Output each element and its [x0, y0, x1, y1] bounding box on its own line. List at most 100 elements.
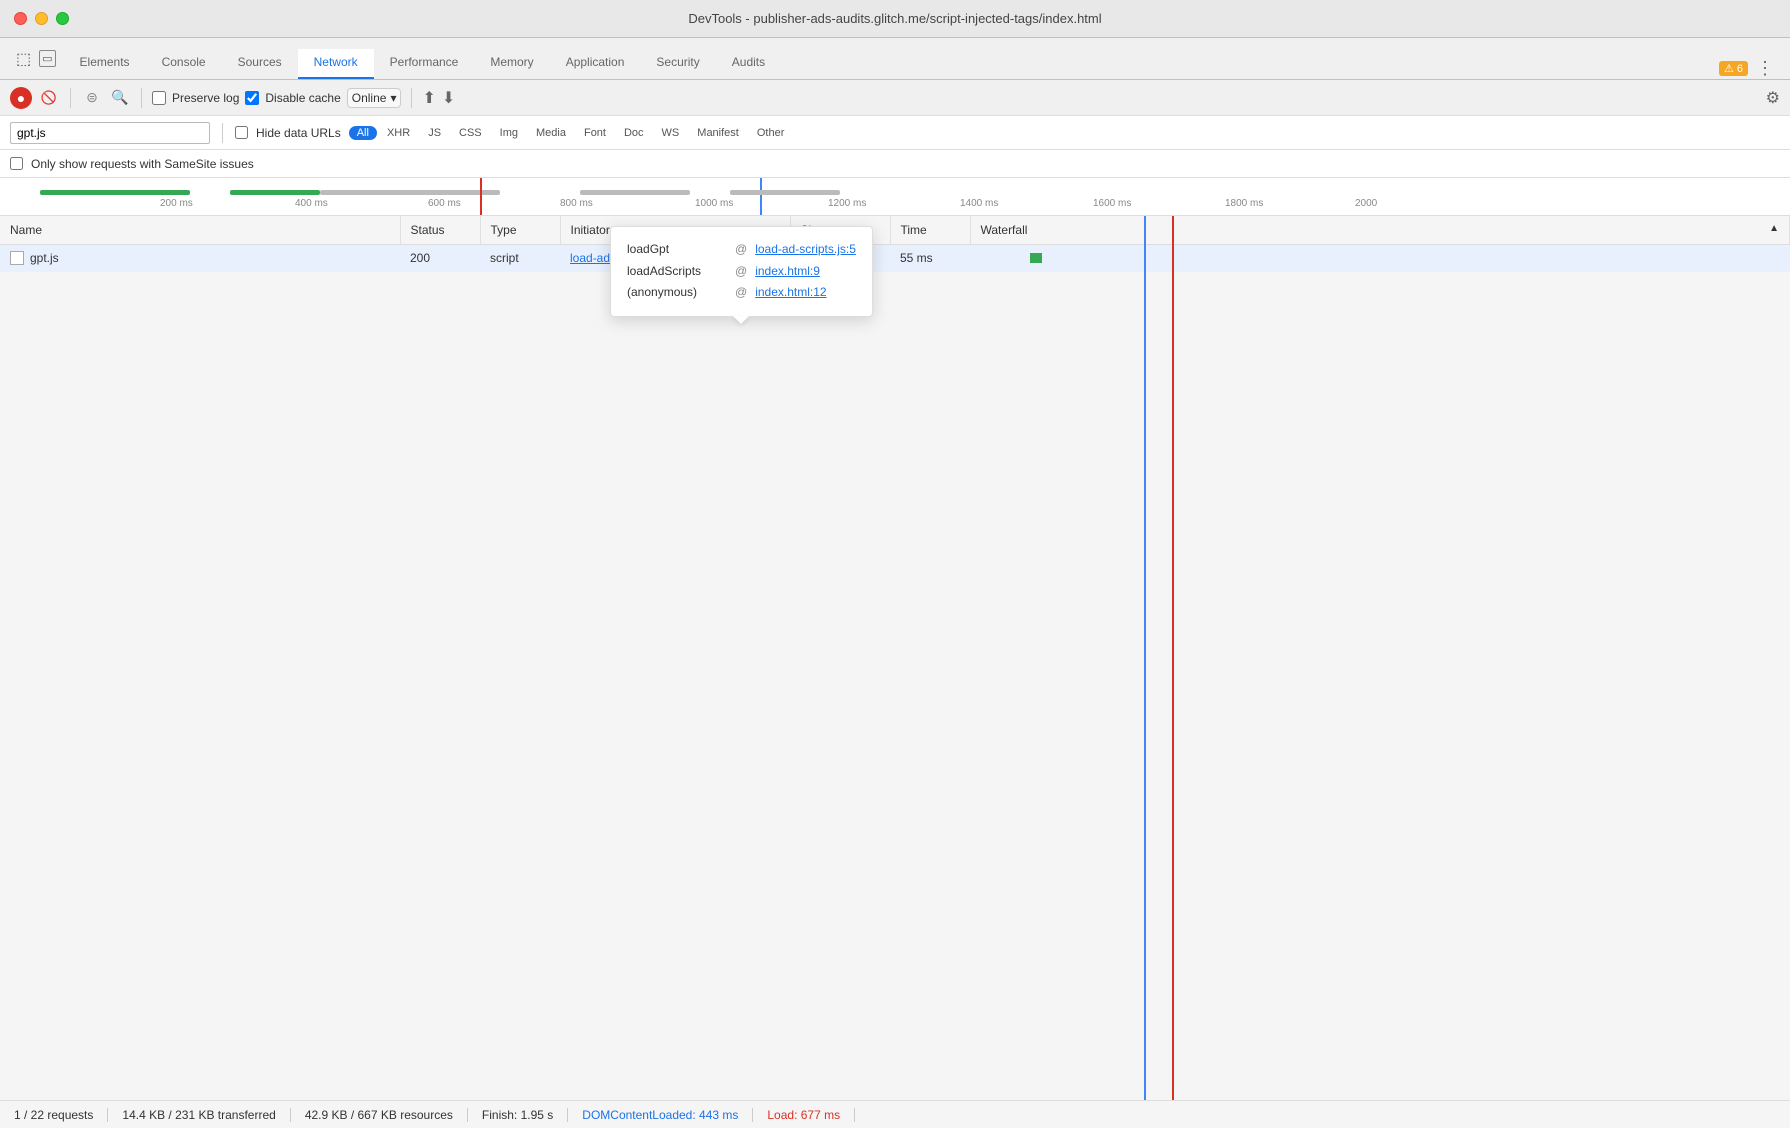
dom-content-loaded-time: DOMContentLoaded: 443 ms — [568, 1108, 753, 1122]
tooltip-content: loadGpt@load-ad-scripts.js:5loadAdScript… — [627, 239, 856, 304]
toolbar-divider-3 — [411, 88, 412, 108]
table-wrapper: loadGpt@load-ad-scripts.js:5loadAdScript… — [0, 216, 1790, 1100]
filter-type-js[interactable]: JS — [420, 126, 449, 140]
toolbar-divider-2 — [141, 88, 142, 108]
cell-waterfall — [970, 244, 1790, 271]
initiator-tooltip: loadGpt@load-ad-scripts.js:5loadAdScript… — [610, 226, 873, 317]
toolbar-divider-1 — [70, 88, 71, 108]
samesite-label: Only show requests with SameSite issues — [31, 157, 254, 171]
timeline-header: 200 ms400 ms600 ms800 ms1000 ms1200 ms14… — [0, 178, 1790, 216]
maximize-button[interactable] — [56, 12, 69, 25]
table-body: gpt.js 200 script load-ad-scripts.js:5 1… — [0, 244, 1790, 271]
tooltip-fn: (anonymous) — [627, 282, 727, 304]
filter-type-ws[interactable]: WS — [654, 126, 688, 140]
tab-network[interactable]: Network — [298, 49, 374, 79]
search-input[interactable] — [10, 122, 210, 144]
disable-cache-checkbox[interactable] — [245, 91, 259, 105]
resources-size: 42.9 KB / 667 KB resources — [291, 1108, 468, 1122]
warning-count: 6 — [1737, 63, 1743, 75]
filter-type-all[interactable]: All — [349, 126, 377, 140]
hide-data-urls-checkbox[interactable] — [235, 126, 248, 139]
disable-cache-label: Disable cache — [265, 91, 340, 105]
tick-label-6: 1400 ms — [960, 198, 998, 209]
filter-type-font[interactable]: Font — [576, 126, 614, 140]
tab-console[interactable]: Console — [146, 49, 222, 79]
file-icon — [10, 251, 24, 265]
network-toolbar: ● 🚫 ⊜ 🔍 Preserve log Disable cache Onlin… — [0, 80, 1790, 116]
download-icon[interactable]: ⬇ — [442, 88, 455, 108]
status-bar: 1 / 22 requests 14.4 KB / 231 KB transfe… — [0, 1100, 1790, 1128]
file-name: gpt.js — [30, 251, 59, 265]
warning-badge: ⚠ 6 — [1719, 61, 1748, 76]
samesite-checkbox[interactable] — [10, 157, 23, 170]
select-element-icon[interactable]: ⬚ — [16, 49, 31, 69]
clear-button[interactable]: 🚫 — [38, 87, 60, 109]
table-header-row: Name Status Type Initiator Size — [0, 216, 1790, 244]
filter-type-other[interactable]: Other — [749, 126, 793, 140]
main-content: ● 🚫 ⊜ 🔍 Preserve log Disable cache Onlin… — [0, 80, 1790, 1128]
col-name[interactable]: Name — [0, 216, 400, 244]
network-table: Name Status Type Initiator Size — [0, 216, 1790, 272]
tab-bar-right: ⚠ 6 ⋮ — [1711, 58, 1782, 79]
sort-icon: ▲ — [1769, 223, 1779, 234]
samesite-bar: Only show requests with SameSite issues — [0, 150, 1790, 178]
tooltip-row: (anonymous)@index.html:12 — [627, 282, 856, 304]
tooltip-arrow — [733, 316, 749, 324]
col-type[interactable]: Type — [480, 216, 560, 244]
title-bar: DevTools - publisher-ads-audits.glitch.m… — [0, 0, 1790, 38]
filter-button[interactable]: ⊜ — [81, 87, 103, 109]
tooltip-fn: loadGpt — [627, 239, 727, 261]
search-button[interactable]: 🔍 — [109, 87, 131, 109]
record-button[interactable]: ● — [10, 87, 32, 109]
tab-application[interactable]: Application — [550, 49, 641, 79]
tick-label-7: 1600 ms — [1093, 198, 1131, 209]
tick-label-1: 400 ms — [295, 198, 328, 209]
col-waterfall[interactable]: Waterfall ▲ — [970, 216, 1790, 244]
filter-type-manifest[interactable]: Manifest — [689, 126, 747, 140]
tab-audits[interactable]: Audits — [716, 49, 781, 79]
col-time[interactable]: Time — [890, 216, 970, 244]
window-title: DevTools - publisher-ads-audits.glitch.m… — [688, 11, 1101, 26]
filter-type-img[interactable]: Img — [492, 126, 526, 140]
warning-icon: ⚠ — [1724, 62, 1734, 75]
tooltip-row: loadAdScripts@index.html:9 — [627, 261, 856, 283]
devtools-controls: ⬚ ▭ — [8, 38, 64, 79]
tooltip-fn: loadAdScripts — [627, 261, 727, 283]
tab-sources[interactable]: Sources — [222, 49, 298, 79]
filter-type-css[interactable]: CSS — [451, 126, 490, 140]
timeline-ticks: 200 ms400 ms600 ms800 ms1000 ms1200 ms14… — [0, 178, 1790, 215]
tooltip-at: @ — [735, 239, 747, 261]
filter-type-doc[interactable]: Doc — [616, 126, 652, 140]
tick-label-9: 2000 — [1355, 198, 1377, 209]
tick-label-2: 600 ms — [428, 198, 461, 209]
throttle-value: Online — [352, 91, 387, 105]
preserve-log-checkbox[interactable] — [152, 91, 166, 105]
minimize-button[interactable] — [35, 12, 48, 25]
filter-type-media[interactable]: Media — [528, 126, 574, 140]
load-vline — [1172, 216, 1174, 1100]
tab-performance[interactable]: Performance — [374, 49, 475, 79]
device-toolbar-icon[interactable]: ▭ — [39, 50, 55, 67]
tooltip-link[interactable]: load-ad-scripts.js:5 — [755, 239, 856, 261]
more-options-icon[interactable]: ⋮ — [1756, 58, 1774, 79]
throttle-select[interactable]: Online ▾ — [347, 88, 402, 108]
tab-elements[interactable]: Elements — [64, 49, 146, 79]
settings-icon[interactable]: ⚙ — [1766, 88, 1780, 108]
tick-label-3: 800 ms — [560, 198, 593, 209]
tooltip-link[interactable]: index.html:12 — [755, 282, 826, 304]
cell-type: script — [480, 244, 560, 271]
upload-icon[interactable]: ⬆ — [422, 88, 435, 108]
tick-label-0: 200 ms — [160, 198, 193, 209]
load-time: Load: 677 ms — [753, 1108, 855, 1122]
tab-memory[interactable]: Memory — [474, 49, 549, 79]
close-button[interactable] — [14, 12, 27, 25]
tooltip-link[interactable]: index.html:9 — [755, 261, 820, 283]
tab-list: ElementsConsoleSourcesNetworkPerformance… — [64, 38, 1711, 79]
filter-divider — [222, 123, 223, 143]
tab-security[interactable]: Security — [640, 49, 715, 79]
dom-content-loaded-vline — [1144, 216, 1146, 1100]
filter-type-xhr[interactable]: XHR — [379, 126, 418, 140]
col-status[interactable]: Status — [400, 216, 480, 244]
cell-name: gpt.js — [0, 245, 400, 271]
table-row[interactable]: gpt.js 200 script load-ad-scripts.js:5 1… — [0, 244, 1790, 271]
